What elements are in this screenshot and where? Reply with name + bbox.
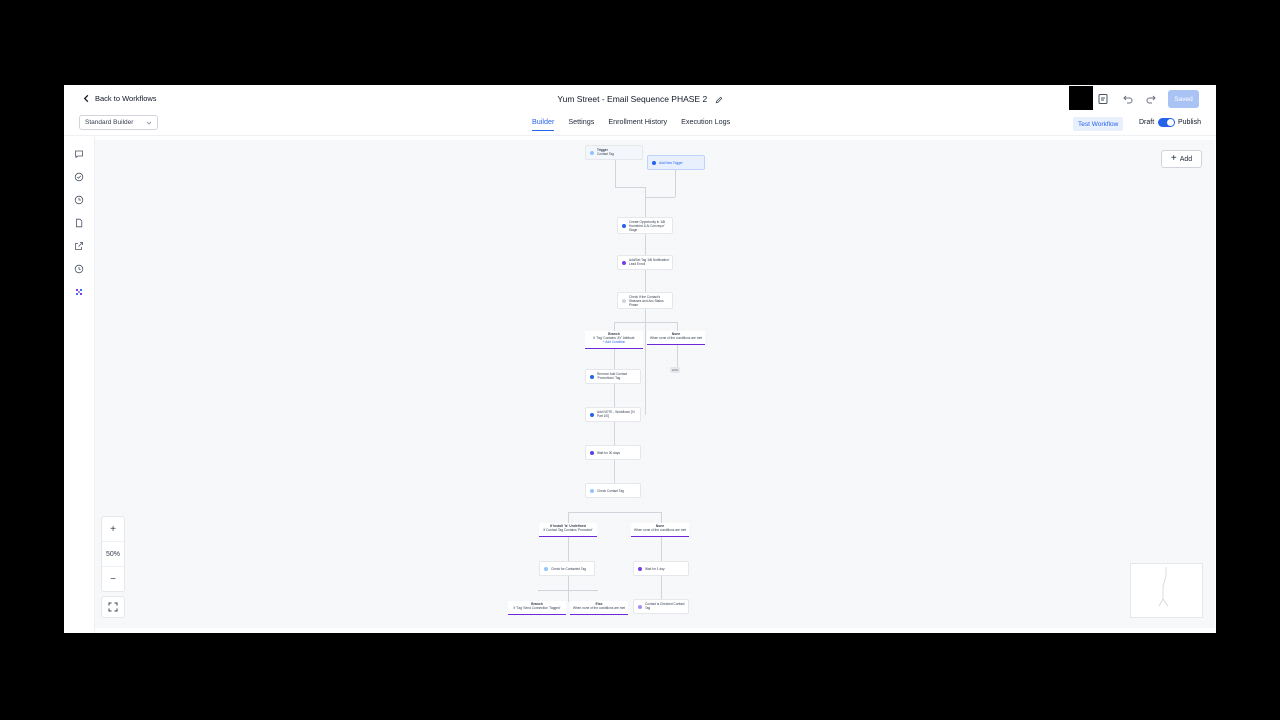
- external-link-icon[interactable]: [74, 238, 84, 250]
- action-label: Create Opportunity in 'AB Homebird & Ai …: [629, 220, 666, 232]
- branch-node[interactable]: Branch If 'Tag' Contains 'AY' Attribute …: [585, 331, 643, 349]
- pencil-icon[interactable]: [715, 96, 723, 104]
- connector: [615, 157, 616, 187]
- branch-sub: When none of the conditions are met: [633, 528, 687, 532]
- branch-sub: When none of the conditions are met: [572, 606, 626, 610]
- action-node[interactable]: Add NOTE - Workflows ['N Part 1B']: [585, 407, 641, 422]
- condition-icon: [590, 488, 594, 493]
- condition-icon: [622, 298, 626, 303]
- add-button[interactable]: + Add: [1161, 150, 1202, 168]
- publish-toggle[interactable]: [1158, 118, 1175, 127]
- add-label: Add: [1179, 155, 1193, 163]
- left-rail: [64, 136, 95, 633]
- document-icon[interactable]: [74, 215, 84, 228]
- add-condition-link[interactable]: + Add Condition: [587, 340, 641, 344]
- redo-icon[interactable]: [1145, 92, 1157, 104]
- action-node[interactable]: Add/Set Tag 'AB Notification' Lead Enrol…: [617, 255, 673, 270]
- action-node[interactable]: Create Opportunity in 'AB Homebird & Ai …: [617, 217, 673, 234]
- tag-icon: [622, 260, 626, 265]
- zoom-in-button[interactable]: +: [102, 517, 124, 542]
- condition-icon: [544, 566, 548, 571]
- workflow-title-text: Yum Street - Email Sequence PHASE 2: [557, 94, 708, 104]
- branch-sub: If Contact Tag Contains 'Promoted': [543, 528, 593, 532]
- saved-button[interactable]: Saved: [1168, 90, 1199, 108]
- action-label: Add/Set Tag 'AB Notification' Lead Enrol…: [629, 258, 670, 266]
- test-workflow-button[interactable]: Test Workflow: [1073, 117, 1124, 131]
- wait-icon: [590, 450, 594, 455]
- branch-node[interactable]: None When none of the conditions are met: [647, 331, 705, 345]
- branch-node[interactable]: Else When none of the conditions are met: [570, 601, 628, 615]
- opportunity-icon: [622, 223, 626, 228]
- action-node[interactable]: Remove Add Contact 'Promotions' Tag: [585, 369, 641, 384]
- connector: [675, 170, 676, 197]
- branch-sub: When none of the conditions are met: [649, 336, 703, 340]
- connector: [538, 590, 598, 591]
- chat-icon[interactable]: [74, 146, 84, 159]
- header-divider: [64, 135, 1216, 136]
- add-trigger-node[interactable]: Add New Trigger: [647, 155, 705, 170]
- plus-icon: +: [1170, 153, 1177, 164]
- draft-label: Draft: [1139, 119, 1155, 126]
- note-icon: [590, 412, 594, 417]
- clock-icon[interactable]: [74, 192, 84, 205]
- branch-sub: If 'Tag' Send Connection 'Tagged': [513, 606, 561, 610]
- workflow-tabs: Builder Settings Enrollment History Exec…: [532, 112, 744, 131]
- action-label: Check If the Contact's Statuses and Acc …: [629, 295, 664, 307]
- add-trigger-label: Add New Trigger: [659, 161, 683, 165]
- save-draft-icon[interactable]: [1097, 92, 1109, 104]
- minimap[interactable]: [1130, 563, 1203, 618]
- history-icon[interactable]: [74, 261, 84, 274]
- tab-builder[interactable]: Builder: [532, 112, 555, 131]
- tab-execution-logs[interactable]: Execution Logs: [681, 112, 730, 131]
- action-label: Wait for 1 day: [645, 567, 665, 571]
- undo-icon[interactable]: [1122, 92, 1134, 104]
- action-label: Check for Contacted Tag: [551, 567, 587, 571]
- ai-sparkle-icon[interactable]: [74, 284, 84, 296]
- end-badge: END: [670, 367, 681, 373]
- condition-node[interactable]: Check If the Contact's Statuses and Acc …: [617, 292, 673, 309]
- action-label: Contact is Checked Contact Tag: [645, 602, 685, 610]
- tag-icon: [638, 604, 642, 609]
- connector: [677, 322, 678, 372]
- builder-mode-value: Standard Builder: [85, 119, 134, 126]
- fullscreen-icon: [108, 602, 118, 612]
- connector: [614, 322, 677, 323]
- workflow-builder: Back to Workflows Yum Street - Email Seq…: [64, 85, 1216, 633]
- minimap-preview: [1158, 567, 1169, 607]
- branch-node[interactable]: If Install 'Is' Undefined If Contact Tag…: [539, 523, 597, 537]
- workflow-title[interactable]: Yum Street - Email Sequence PHASE 2: [64, 94, 1216, 104]
- wait-icon: [638, 566, 642, 571]
- zoom-out-button[interactable]: −: [102, 567, 124, 591]
- trigger-icon: [590, 150, 594, 155]
- condition-node[interactable]: Check for Contacted Tag: [539, 561, 595, 576]
- condition-node[interactable]: Check Contact Tag: [585, 483, 641, 498]
- branch-node[interactable]: Branch If 'Tag' Send Connection 'Tagged': [508, 601, 566, 615]
- trigger-node[interactable]: Trigger Contact Tag: [585, 145, 643, 160]
- action-label: Add NOTE - Workflows ['N Part 1B']: [597, 410, 635, 418]
- trigger-sub: Contact Tag: [597, 152, 614, 156]
- tab-settings[interactable]: Settings: [568, 112, 594, 131]
- chevron-down-icon: [146, 121, 152, 125]
- zoom-controls: + 50% −: [101, 516, 125, 592]
- publish-label: Publish: [1178, 119, 1201, 126]
- wait-node[interactable]: Wait for 1 day: [633, 561, 689, 576]
- redacted-area: [1069, 86, 1093, 110]
- contact-icon: [590, 374, 594, 379]
- action-label: Check Contact Tag: [597, 489, 624, 493]
- action-label: Remove Add Contact 'Promotions' Tag: [597, 372, 628, 380]
- builder-mode-select[interactable]: Standard Builder: [79, 115, 158, 130]
- plus-icon: [652, 160, 656, 165]
- wait-node[interactable]: Wait for 30 days: [585, 445, 641, 460]
- connector: [615, 187, 645, 188]
- connector: [568, 512, 661, 513]
- branch-node[interactable]: None When none of the conditions are met: [631, 523, 689, 537]
- workflow-canvas[interactable]: + Add Trigger Contact Tag Add New Trigge…: [95, 140, 1215, 628]
- action-label: Wait for 30 days: [597, 451, 620, 455]
- zoom-level: 50%: [102, 542, 124, 567]
- tab-enrollment-history[interactable]: Enrollment History: [608, 112, 667, 131]
- connector: [645, 197, 675, 198]
- fit-view-button[interactable]: [101, 596, 125, 618]
- action-node[interactable]: Contact is Checked Contact Tag: [633, 599, 689, 614]
- check-circle-icon[interactable]: [74, 169, 84, 182]
